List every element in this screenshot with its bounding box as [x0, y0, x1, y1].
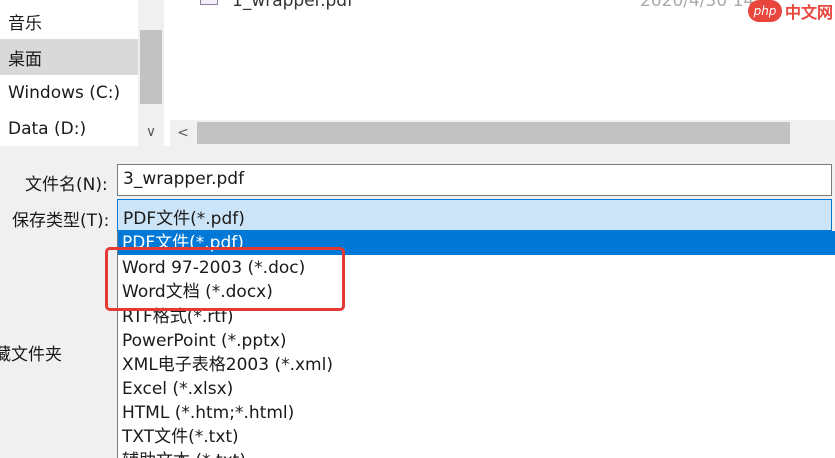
dropdown-option-xlsx[interactable]: Excel (*.xlsx) — [118, 377, 835, 401]
nav-item-label: 音乐 — [8, 13, 42, 34]
nav-scroll-thumb[interactable] — [140, 30, 162, 104]
filename-label: 文件名(N): — [25, 175, 108, 195]
horizontal-scroll-thumb[interactable] — [197, 122, 790, 144]
filename-input[interactable]: 3_wrapper.pdf — [117, 164, 832, 196]
php-logo-badge: php — [748, 0, 782, 22]
annotation-highlight-box — [105, 247, 345, 311]
file-date: 2020/4/30 14 — [640, 0, 755, 11]
dropdown-option-pptx[interactable]: PowerPoint (*.pptx) — [118, 329, 835, 353]
nav-item-drive-c[interactable]: Windows (C:) — [0, 75, 138, 111]
dropdown-option-txt[interactable]: TXT文件(*.txt) — [118, 425, 835, 449]
nav-item-desktop[interactable]: 桌面 — [0, 39, 138, 75]
navigation-pane: 音乐 桌面 Windows (C:) Data (D:) — [0, 0, 138, 146]
filetype-label: 保存类型(T): — [12, 211, 110, 231]
nav-item-music[interactable]: 音乐 — [0, 3, 138, 39]
file-name[interactable]: 1_wrapper.pdf — [232, 0, 353, 11]
dropdown-option-accessible-txt[interactable]: 辅助文本 (*.txt) — [118, 449, 835, 458]
dropdown-option-xml[interactable]: XML电子表格2003 (*.xml) — [118, 353, 835, 377]
nav-item-drive-d[interactable]: Data (D:) — [0, 111, 138, 147]
php-watermark-logo: php 中文网 — [748, 0, 835, 24]
filetype-select[interactable]: PDF文件(*.pdf) — [117, 199, 832, 231]
hide-folders-toggle[interactable]: 藏文件夹 — [0, 340, 62, 365]
pdf-file-icon — [200, 0, 218, 5]
dropdown-option-html[interactable]: HTML (*.htm;*.html) — [118, 401, 835, 425]
nav-item-label: Windows (C:) — [8, 83, 121, 103]
nav-item-label: 桌面 — [8, 49, 42, 70]
chevron-left-icon[interactable]: < — [172, 122, 194, 144]
php-logo-text: 中文网 — [785, 3, 834, 22]
nav-item-label: Data (D:) — [8, 119, 87, 139]
chevron-down-icon[interactable]: ∨ — [140, 120, 162, 144]
